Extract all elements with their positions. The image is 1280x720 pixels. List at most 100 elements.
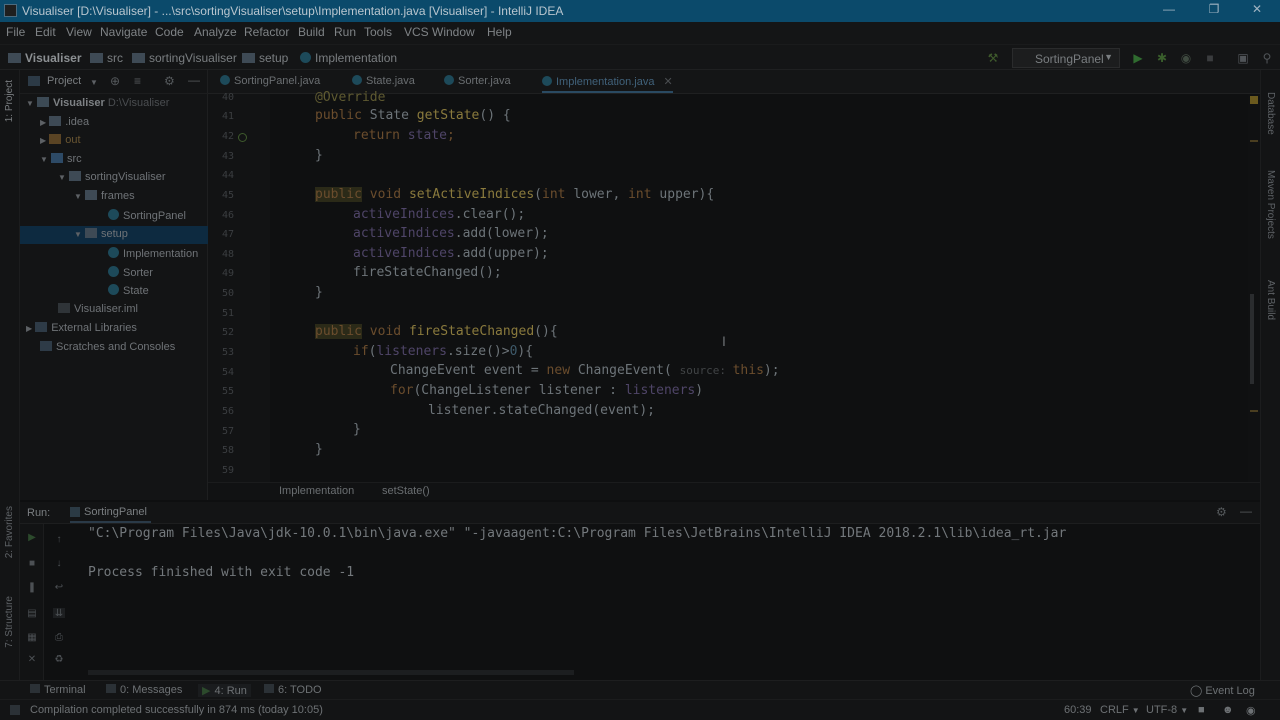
- code-line[interactable]: ChangeEvent event = new ChangeEvent( sou…: [390, 363, 780, 378]
- menu-build[interactable]: Build: [298, 25, 325, 39]
- code-line[interactable]: }: [315, 148, 323, 163]
- collapse-all-icon[interactable]: ≡: [134, 74, 141, 88]
- hammer-build-icon[interactable]: ⚒: [986, 51, 1000, 65]
- run-configuration-select[interactable]: SortingPanel ▼: [1012, 48, 1120, 68]
- menu-file[interactable]: File: [6, 25, 25, 39]
- tab-implementation[interactable]: Implementation.java ✕: [542, 75, 673, 93]
- tree-item-state[interactable]: State: [108, 284, 149, 297]
- menu-view[interactable]: View: [66, 25, 92, 39]
- tab-terminal[interactable]: Terminal: [30, 684, 86, 696]
- tree-item-out[interactable]: ▶ out: [40, 134, 81, 146]
- menu-refactor[interactable]: Refactor: [244, 25, 289, 39]
- chevron-down-icon[interactable]: ▼: [90, 78, 98, 87]
- gear-icon[interactable]: ⚙: [164, 74, 175, 88]
- lock-icon[interactable]: ■: [1198, 704, 1205, 716]
- tree-item-visualiser[interactable]: ▼ Visualiser D:\Visualiser: [26, 97, 169, 109]
- stop-icon[interactable]: ■: [1203, 51, 1217, 65]
- menu-edit[interactable]: Edit: [35, 25, 56, 39]
- up-arrow-icon[interactable]: ↑: [53, 534, 65, 545]
- hector-icon[interactable]: ☻: [1222, 704, 1234, 716]
- tab-sortingpanel[interactable]: SortingPanel.java: [220, 75, 320, 87]
- tree-item-sorter[interactable]: Sorter: [108, 266, 153, 279]
- database-tool-tab[interactable]: Database: [1265, 92, 1276, 135]
- tab-sorter[interactable]: Sorter.java: [444, 75, 511, 87]
- settings-icon[interactable]: ▦: [26, 632, 38, 643]
- pause-icon[interactable]: ❚: [26, 582, 38, 593]
- code-line[interactable]: @Override: [315, 90, 385, 105]
- down-arrow-icon[interactable]: ↓: [53, 558, 65, 569]
- tree-item-setup[interactable]: ▼ setup: [74, 228, 128, 240]
- code-line[interactable]: }: [315, 285, 323, 300]
- console-horizontal-scrollbar[interactable]: [88, 670, 574, 675]
- soft-wrap-icon[interactable]: ↩: [53, 582, 65, 593]
- nav-crumb-package[interactable]: sortingVisualiser: [132, 51, 237, 65]
- file-encoding[interactable]: UTF-8 ▼: [1146, 704, 1188, 716]
- tree-item-src[interactable]: ▼ src: [40, 153, 82, 165]
- tree-item-idea[interactable]: ▶ .idea: [40, 116, 89, 128]
- notification-icon[interactable]: ◉: [1246, 704, 1256, 717]
- tab-messages[interactable]: 0: Messages: [106, 684, 182, 696]
- editor-scrollbar[interactable]: [1250, 294, 1254, 384]
- close-tab-icon[interactable]: ✕: [664, 76, 673, 88]
- code-line[interactable]: for(ChangeListener listener : listeners): [390, 383, 703, 398]
- maximize-icon[interactable]: ❐: [1205, 2, 1223, 18]
- maven-projects-tool-tab[interactable]: Maven Projects: [1265, 170, 1276, 239]
- code-line[interactable]: }: [353, 422, 361, 437]
- tree-item-scratches[interactable]: Scratches and Consoles: [40, 341, 175, 353]
- ant-build-tool-tab[interactable]: Ant Build: [1265, 280, 1276, 320]
- tree-item-visualiser-iml[interactable]: Visualiser.iml: [58, 303, 138, 315]
- caret-position[interactable]: 60:39: [1064, 704, 1092, 716]
- tree-item-implementation[interactable]: Implementation: [108, 247, 198, 260]
- menu-help[interactable]: Help: [487, 25, 512, 39]
- close-icon[interactable]: ✕: [1248, 2, 1266, 18]
- run-icon[interactable]: ▶: [1131, 51, 1145, 65]
- nav-crumb-class[interactable]: Implementation: [300, 51, 397, 65]
- restore-layout-icon[interactable]: ▤: [26, 608, 38, 619]
- scroll-to-end-icon[interactable]: ⇊: [53, 608, 65, 619]
- code-line[interactable]: activeIndices.add(lower);: [353, 226, 549, 241]
- tree-item-sortingpanel[interactable]: SortingPanel: [108, 209, 186, 222]
- tree-item-frames[interactable]: ▼ frames: [74, 190, 135, 202]
- tab-run[interactable]: ▶ 4: Run: [198, 684, 251, 697]
- minimize-icon[interactable]: —: [1160, 2, 1178, 18]
- code-line[interactable]: listener.stateChanged(event);: [428, 403, 655, 418]
- favorites-tool-tab[interactable]: 2: Favorites: [4, 506, 15, 558]
- menu-vcs[interactable]: VCS: [404, 25, 429, 39]
- nav-crumb-project[interactable]: Visualiser: [8, 51, 81, 65]
- gear-icon[interactable]: ⚙: [1216, 505, 1227, 519]
- run-config-tab[interactable]: SortingPanel: [70, 506, 151, 523]
- close-icon[interactable]: ✕: [26, 654, 38, 665]
- debug-icon[interactable]: ✱: [1155, 51, 1169, 65]
- code-line[interactable]: fireStateChanged();: [353, 265, 502, 280]
- project-structure-icon[interactable]: ▣: [1236, 51, 1250, 65]
- status-toggle-icon[interactable]: [10, 705, 20, 715]
- menu-navigate[interactable]: Navigate: [100, 25, 147, 39]
- locate-icon[interactable]: ⊕: [110, 74, 120, 88]
- hide-icon[interactable]: —: [1240, 504, 1252, 518]
- tab-state[interactable]: State.java: [352, 75, 415, 87]
- tree-item-sortingvisualiser[interactable]: ▼ sortingVisualiser: [58, 171, 166, 183]
- menu-window[interactable]: Window: [432, 25, 475, 39]
- line-separator[interactable]: CRLF ▼: [1100, 704, 1140, 716]
- print-icon[interactable]: ⎙: [53, 632, 65, 643]
- rerun-icon[interactable]: ▶: [26, 532, 38, 543]
- code-line[interactable]: }: [315, 442, 323, 457]
- code-line[interactable]: return state;: [353, 128, 455, 143]
- nav-crumb-src[interactable]: src: [90, 51, 123, 65]
- coverage-icon[interactable]: ◉: [1179, 51, 1193, 65]
- status-message[interactable]: Compilation completed successfully in 87…: [30, 704, 323, 716]
- project-tool-tab[interactable]: 1: Project: [4, 80, 15, 122]
- menu-tools[interactable]: Tools: [364, 25, 392, 39]
- search-icon[interactable]: ⚲: [1260, 51, 1274, 65]
- nav-crumb-setup[interactable]: setup: [242, 51, 288, 65]
- breadcrumb-method[interactable]: setState(): [382, 485, 430, 497]
- breadcrumb-class[interactable]: Implementation: [279, 485, 354, 497]
- menu-analyze[interactable]: Analyze: [194, 25, 237, 39]
- menu-code[interactable]: Code: [155, 25, 184, 39]
- hide-icon[interactable]: —: [188, 73, 200, 87]
- code-line[interactable]: activeIndices.clear();: [353, 207, 525, 222]
- override-marker-icon[interactable]: [238, 133, 247, 142]
- event-log-button[interactable]: ◯ Event Log: [1190, 684, 1255, 697]
- tab-todo[interactable]: 6: TODO: [264, 684, 322, 696]
- stop-icon[interactable]: ■: [26, 558, 38, 569]
